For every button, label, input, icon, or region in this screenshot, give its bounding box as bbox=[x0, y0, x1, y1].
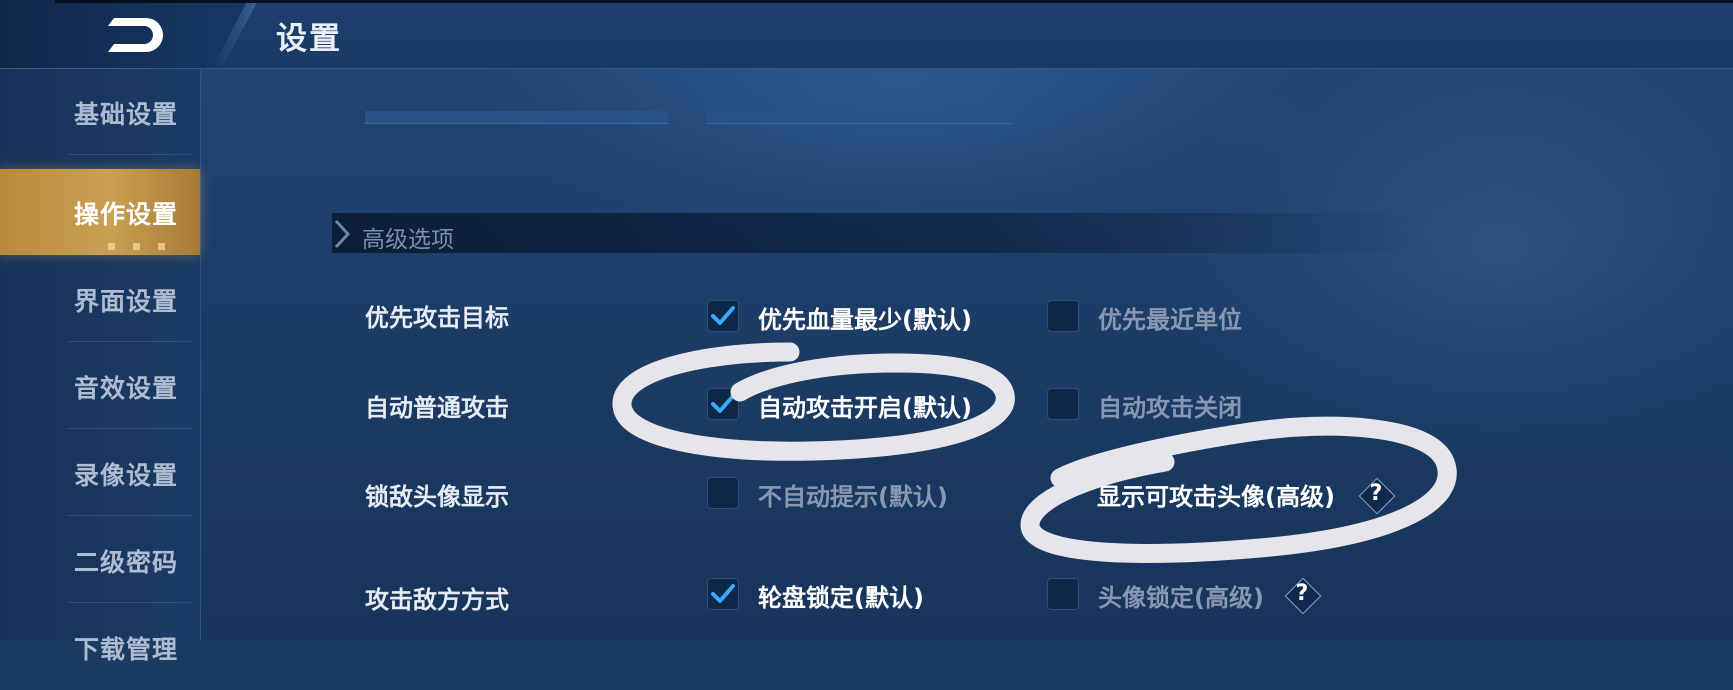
sidebar-item-label: 二级密码 bbox=[74, 548, 179, 577]
option-label: 自动攻击关闭 bbox=[1098, 394, 1242, 422]
sidebar-item-label: 界面设置 bbox=[74, 287, 179, 316]
page-title: 设置 bbox=[276, 21, 342, 57]
checkbox[interactable] bbox=[707, 300, 739, 332]
row-label-attack-method: 攻击敌方方式 bbox=[365, 586, 509, 614]
sidebar-item-label: 基础设置 bbox=[74, 100, 179, 129]
sidebar-divider bbox=[68, 515, 192, 516]
header-bar: 设置 bbox=[0, 0, 1733, 69]
question-mark-icon: ? bbox=[1295, 581, 1309, 606]
sidebar-divider bbox=[68, 602, 192, 603]
row-label-lock-avatar: 锁敌头像显示 bbox=[365, 483, 509, 511]
help-button-avatar-lock[interactable]: ? bbox=[1282, 575, 1322, 615]
sidebar-item-sound[interactable]: 音效设置 bbox=[0, 343, 200, 429]
sidebar-divider bbox=[68, 428, 192, 429]
option-label: 头像锁定(高级) bbox=[1098, 584, 1264, 612]
option-label: 自动攻击开启(默认) bbox=[758, 394, 972, 422]
option-label: 优先血量最少(默认) bbox=[758, 306, 972, 334]
option-avatar-lock[interactable]: 头像锁定(高级) bbox=[1047, 574, 1267, 614]
option-label: 优先最近单位 bbox=[1098, 306, 1242, 334]
checkbox[interactable] bbox=[1047, 578, 1079, 610]
sidebar-item-interface[interactable]: 界面设置 bbox=[0, 256, 200, 342]
checkbox[interactable] bbox=[707, 388, 739, 420]
option-label: 显示可攻击头像(高级) bbox=[1097, 483, 1335, 511]
checkbox[interactable] bbox=[707, 477, 739, 509]
question-mark-icon: ? bbox=[1369, 481, 1383, 506]
sidebar-item-label: 录像设置 bbox=[74, 461, 179, 490]
sidebar-divider bbox=[68, 341, 192, 342]
sidebar: 基础设置 操作设置 界面设置 音效设置 录像设置 二级密码 下载管理 bbox=[0, 69, 201, 664]
checkbox[interactable] bbox=[707, 578, 739, 610]
chevron-right-icon bbox=[334, 219, 351, 249]
sidebar-item-label: 音效设置 bbox=[74, 374, 179, 403]
checkbox[interactable] bbox=[1047, 300, 1079, 332]
sidebar-divider bbox=[68, 154, 192, 155]
option-show-attackable-avatar[interactable]: 显示可攻击头像(高级) bbox=[1047, 473, 1347, 513]
sidebar-item-basic[interactable]: 基础设置 bbox=[0, 69, 200, 155]
option-wheel-lock[interactable]: 轮盘锁定(默认) bbox=[707, 574, 947, 614]
sidebar-item-label: 操作设置 bbox=[74, 200, 179, 229]
top-edge-line bbox=[55, 0, 1733, 3]
row-label-auto-attack: 自动普通攻击 bbox=[365, 394, 509, 422]
checkmark-icon bbox=[711, 394, 735, 413]
option-lowest-hp[interactable]: 优先血量最少(默认) bbox=[707, 296, 997, 336]
sidebar-item-second-password[interactable]: 二级密码 bbox=[0, 517, 200, 603]
option-auto-attack-on[interactable]: 自动攻击开启(默认) bbox=[707, 384, 997, 424]
sidebar-item-recording[interactable]: 录像设置 bbox=[0, 430, 200, 516]
option-no-auto-prompt[interactable]: 不自动提示(默认) bbox=[707, 473, 967, 513]
active-indicator-dots bbox=[108, 235, 183, 254]
sidebar-item-controls[interactable]: 操作设置 bbox=[0, 169, 200, 255]
section-title: 高级选项 bbox=[362, 227, 454, 253]
section-header: 高级选项 bbox=[332, 213, 1422, 253]
back-button[interactable] bbox=[100, 14, 168, 56]
option-label: 轮盘锁定(默认) bbox=[758, 584, 924, 612]
checkmark-icon bbox=[711, 584, 735, 603]
back-arrow-icon bbox=[108, 18, 163, 52]
sidebar-item-label: 下载管理 bbox=[74, 635, 179, 664]
checkmark-icon bbox=[711, 306, 735, 325]
row-label-attack-target: 优先攻击目标 bbox=[365, 304, 509, 332]
help-button-show-avatar[interactable]: ? bbox=[1356, 475, 1396, 515]
sidebar-item-downloads[interactable]: 下载管理 bbox=[0, 604, 200, 690]
checkbox[interactable] bbox=[1047, 388, 1079, 420]
option-auto-attack-off[interactable]: 自动攻击关闭 bbox=[1047, 384, 1267, 424]
scrolled-control-right[interactable] bbox=[707, 111, 1012, 124]
option-nearest-unit[interactable]: 优先最近单位 bbox=[1047, 296, 1267, 336]
scrolled-control-left[interactable] bbox=[365, 111, 668, 124]
option-label: 不自动提示(默认) bbox=[758, 483, 948, 511]
